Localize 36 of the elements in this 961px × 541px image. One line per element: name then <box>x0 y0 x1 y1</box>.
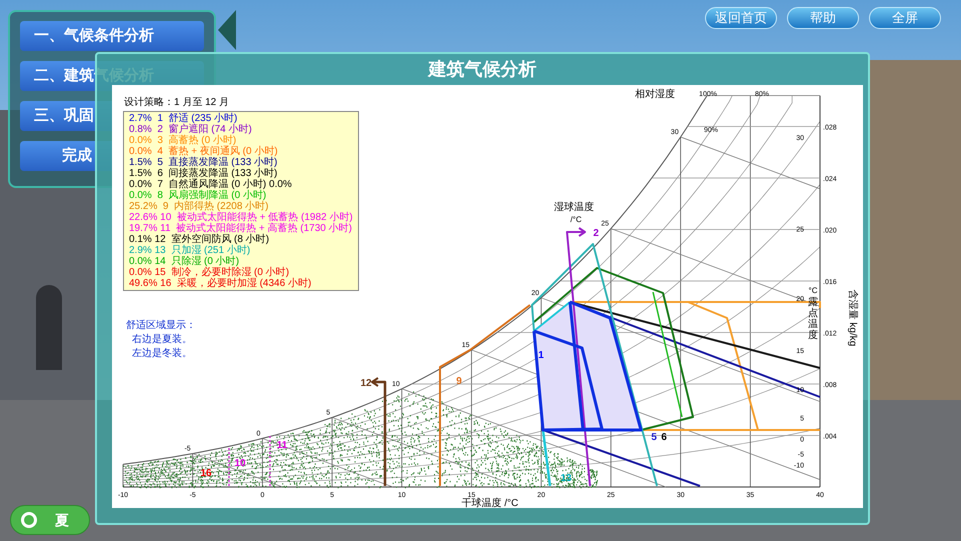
comfort-note: 左边是冬装。 <box>131 348 193 360</box>
zone-number: 11 <box>276 440 288 451</box>
legend-entry: 25.2% 9 内部得热 (2208 小时) <box>129 201 270 212</box>
legend-entry: 0.0% 15 制冷，必要时除湿 (0 小时) <box>129 267 290 278</box>
legend-entry: 0.0% 3 高蓄热 (0 小时) <box>129 135 238 146</box>
legend-entry: 2.7% 1 舒适 (235 小时) <box>129 113 238 124</box>
legend-entry: 1.5% 5 直接蒸发降温 (133 小时) <box>129 157 278 168</box>
zone-number: 5 <box>651 432 657 443</box>
legend-entry: 2.9% 13 只加湿 (251 小时) <box>129 245 252 256</box>
comfort-note: 右边是夏装。 <box>131 334 193 346</box>
legend-entry: 0.0% 4 蓄热 + 夜间通风 (0 小时) <box>129 146 279 157</box>
zone-number: 6 <box>661 432 667 443</box>
axis-title: 相对湿度 <box>635 89 675 100</box>
legend-entry: 19.7% 11 被动式太阳能得热 + 高蓄热 (1730 小时) <box>129 223 353 234</box>
legend-entry: 1.5% 6 间接蒸发降温 (133 小时) <box>129 168 278 179</box>
legend-entry: 22.6% 10 被动式太阳能得热 + 低蓄热 (1982 小时) <box>129 212 353 223</box>
legend-entry: 0.0% 14 只除湿 (0 小时) <box>129 256 240 267</box>
legend-entry: 0.8% 2 窗户遮阳 (74 小时) <box>129 124 253 135</box>
zone-number: 1 <box>538 350 544 361</box>
legend-entry: 0.0% 8 风扇强制降温 (0 小时) <box>129 190 268 201</box>
legend-entry: 49.6% 16 采暖，必要时加湿 (4346 小时) <box>129 278 312 289</box>
axis-title: 湿球温度 <box>554 202 594 213</box>
comfort-note: 舒适区域显示： <box>126 320 196 332</box>
legend-title: 设计策略：1 月至 12 月 <box>124 97 230 109</box>
zone-number: 10 <box>234 458 246 469</box>
axis-title: 露点温度 <box>808 297 818 341</box>
zone-number: 12 <box>360 378 372 389</box>
dialog-title: 建筑气候分析 <box>428 58 536 81</box>
legend-entry: 0.1% 12 室外空间防风 (8 小时) <box>129 234 270 245</box>
legend-entry: 0.0% 7 自然通风降温 (0 小时) 0.0% <box>129 179 293 190</box>
zone-number: 2 <box>593 228 599 239</box>
zone-number: 9 <box>456 376 462 387</box>
axis-unit: °C <box>808 286 818 295</box>
axis-unit: /°C <box>570 215 582 224</box>
axis-title: 含湿量 kg/kg <box>847 290 858 346</box>
axis-title: 干球温度 /°C <box>462 498 518 508</box>
